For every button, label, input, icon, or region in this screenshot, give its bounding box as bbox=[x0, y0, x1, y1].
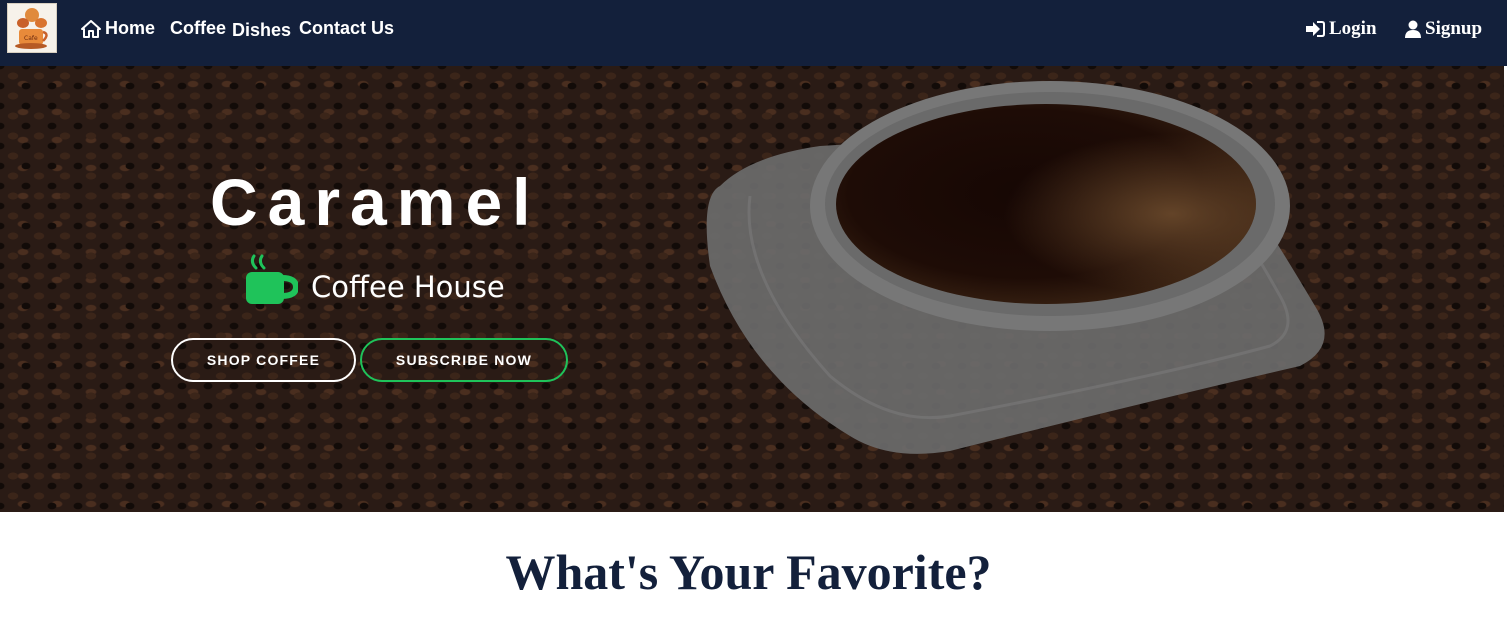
signup-link[interactable]: Signup bbox=[1405, 18, 1482, 40]
nav-contact[interactable]: Contact Us bbox=[299, 18, 394, 39]
coffee-house-logo-icon: Cafe bbox=[15, 8, 48, 49]
signup-label: Signup bbox=[1425, 18, 1483, 39]
home-icon bbox=[81, 19, 101, 38]
site-logo[interactable]: Cafe bbox=[7, 3, 57, 53]
login-link[interactable]: Login bbox=[1305, 18, 1377, 40]
sign-in-icon bbox=[1305, 20, 1325, 38]
coffee-cup-icon bbox=[244, 254, 300, 311]
shop-coffee-button[interactable]: SHOP COFFEE bbox=[171, 338, 356, 382]
hero-subtitle: Coffee House bbox=[311, 270, 505, 304]
navbar: Cafe Home Coffee Dishes Contact Us Login bbox=[0, 0, 1507, 66]
nav-dishes-label: Dishes bbox=[232, 20, 292, 40]
section-title: What's Your Favorite? bbox=[505, 544, 992, 600]
nav-coffee-label: Coffee bbox=[170, 18, 227, 38]
user-icon bbox=[1405, 20, 1421, 38]
hero-title: Caramel bbox=[210, 165, 541, 239]
coffee-cup-image bbox=[690, 76, 1340, 476]
login-label: Login bbox=[1329, 18, 1377, 39]
nav-coffee[interactable]: Coffee bbox=[170, 18, 226, 39]
nav-dishes[interactable]: Dishes bbox=[232, 20, 291, 41]
svg-text:Cafe: Cafe bbox=[24, 35, 38, 42]
subscribe-now-button[interactable]: SUBSCRIBE NOW bbox=[360, 338, 568, 382]
hero-banner: Caramel Coffee House SHOP COFFEE SUBSCRI… bbox=[0, 66, 1504, 512]
nav-home-label: Home bbox=[105, 18, 156, 38]
nav-contact-label: Contact Us bbox=[299, 18, 395, 38]
nav-home[interactable]: Home bbox=[81, 18, 155, 39]
